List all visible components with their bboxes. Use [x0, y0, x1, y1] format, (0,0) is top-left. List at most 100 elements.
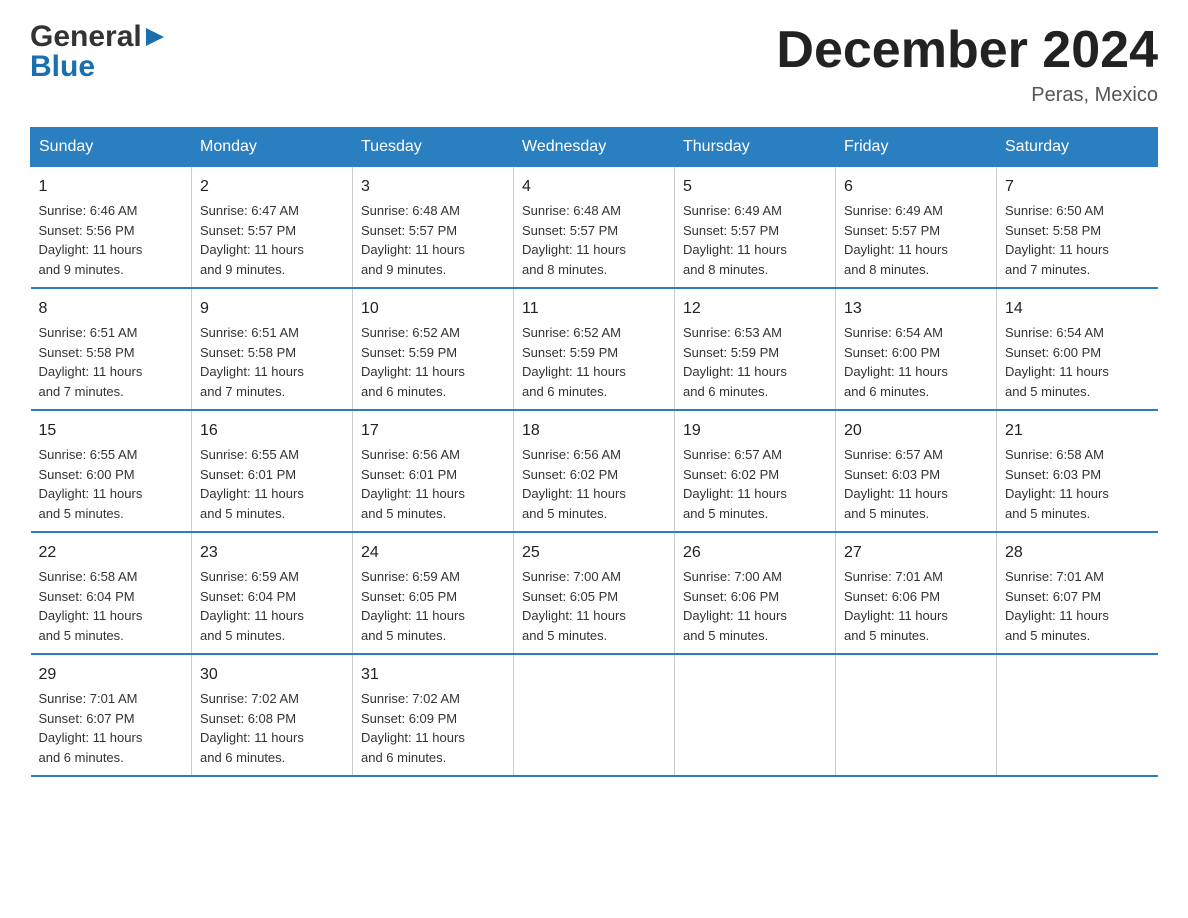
day-number: 10 — [361, 297, 505, 321]
day-info-line: Daylight: 11 hours — [39, 240, 184, 260]
day-info-line: Sunset: 6:07 PM — [39, 709, 184, 729]
day-info-line: and 5 minutes. — [1005, 626, 1150, 646]
calendar-cell: 14Sunrise: 6:54 AMSunset: 6:00 PMDayligh… — [997, 288, 1158, 410]
day-info-line: Sunset: 6:04 PM — [200, 587, 344, 607]
week-row-1: 1Sunrise: 6:46 AMSunset: 5:56 PMDaylight… — [31, 167, 1158, 289]
day-info-line: and 6 minutes. — [844, 382, 988, 402]
calendar-cell: 20Sunrise: 6:57 AMSunset: 6:03 PMDayligh… — [836, 410, 997, 532]
day-number: 25 — [522, 541, 666, 565]
day-number: 17 — [361, 419, 505, 443]
day-info-line: Daylight: 11 hours — [683, 240, 827, 260]
day-number: 14 — [1005, 297, 1150, 321]
day-number: 5 — [683, 175, 827, 199]
header-cell-wednesday: Wednesday — [514, 128, 675, 167]
day-info-line: Daylight: 11 hours — [39, 484, 184, 504]
day-info-line: Sunset: 6:09 PM — [361, 709, 505, 729]
day-info-line: Daylight: 11 hours — [844, 484, 988, 504]
day-info-line: and 6 minutes. — [361, 748, 505, 768]
calendar-cell: 2Sunrise: 6:47 AMSunset: 5:57 PMDaylight… — [192, 167, 353, 289]
day-info-line: and 6 minutes. — [39, 748, 184, 768]
day-info-line: and 8 minutes. — [683, 260, 827, 280]
day-info-line: Daylight: 11 hours — [683, 362, 827, 382]
day-info-line: and 9 minutes. — [200, 260, 344, 280]
day-number: 6 — [844, 175, 988, 199]
day-number: 23 — [200, 541, 344, 565]
day-number: 19 — [683, 419, 827, 443]
day-info-line: Daylight: 11 hours — [361, 728, 505, 748]
day-info-line: Sunrise: 7:02 AM — [200, 689, 344, 709]
day-info-line: Daylight: 11 hours — [200, 240, 344, 260]
logo-blue: Blue — [30, 50, 95, 84]
day-info-line: Sunrise: 6:48 AM — [522, 201, 666, 221]
day-info-line: Sunset: 5:57 PM — [522, 221, 666, 241]
calendar-cell: 8Sunrise: 6:51 AMSunset: 5:58 PMDaylight… — [31, 288, 192, 410]
day-info-line: Daylight: 11 hours — [683, 606, 827, 626]
day-info-line: and 5 minutes. — [361, 504, 505, 524]
day-info-line: Sunrise: 6:58 AM — [39, 567, 184, 587]
day-number: 27 — [844, 541, 988, 565]
day-number: 22 — [39, 541, 184, 565]
day-number: 9 — [200, 297, 344, 321]
day-info-line: Sunrise: 6:55 AM — [200, 445, 344, 465]
day-info-line: Sunset: 5:57 PM — [844, 221, 988, 241]
day-info-line: Daylight: 11 hours — [1005, 240, 1150, 260]
day-info-line: Daylight: 11 hours — [522, 362, 666, 382]
day-info-line: Sunrise: 6:53 AM — [683, 323, 827, 343]
day-info-line: Sunrise: 6:54 AM — [844, 323, 988, 343]
day-info-line: Daylight: 11 hours — [1005, 362, 1150, 382]
day-info-line: and 6 minutes. — [200, 748, 344, 768]
day-info-line: Sunrise: 7:02 AM — [361, 689, 505, 709]
day-info-line: and 8 minutes. — [844, 260, 988, 280]
calendar-cell: 7Sunrise: 6:50 AMSunset: 5:58 PMDaylight… — [997, 167, 1158, 289]
header-cell-sunday: Sunday — [31, 128, 192, 167]
day-info-line: and 5 minutes. — [522, 504, 666, 524]
header-cell-saturday: Saturday — [997, 128, 1158, 167]
day-info-line: Sunset: 6:01 PM — [200, 465, 344, 485]
calendar-cell: 16Sunrise: 6:55 AMSunset: 6:01 PMDayligh… — [192, 410, 353, 532]
day-number: 12 — [683, 297, 827, 321]
day-info-line: Sunset: 5:58 PM — [1005, 221, 1150, 241]
day-number: 8 — [39, 297, 184, 321]
day-number: 20 — [844, 419, 988, 443]
day-info-line: Daylight: 11 hours — [1005, 606, 1150, 626]
day-info-line: Daylight: 11 hours — [522, 240, 666, 260]
day-info-line: Sunrise: 6:57 AM — [844, 445, 988, 465]
day-info-line: Sunrise: 6:48 AM — [361, 201, 505, 221]
day-info-line: Sunset: 6:01 PM — [361, 465, 505, 485]
day-info-line: Sunset: 6:00 PM — [1005, 343, 1150, 363]
header-cell-tuesday: Tuesday — [353, 128, 514, 167]
day-info-line: Sunset: 5:59 PM — [683, 343, 827, 363]
day-info-line: Sunrise: 6:56 AM — [522, 445, 666, 465]
day-info-line: Sunrise: 6:55 AM — [39, 445, 184, 465]
day-info-line: Sunset: 6:03 PM — [844, 465, 988, 485]
day-info-line: Sunset: 6:06 PM — [844, 587, 988, 607]
week-row-4: 22Sunrise: 6:58 AMSunset: 6:04 PMDayligh… — [31, 532, 1158, 654]
calendar-cell: 31Sunrise: 7:02 AMSunset: 6:09 PMDayligh… — [353, 654, 514, 776]
day-info-line: Daylight: 11 hours — [361, 484, 505, 504]
calendar-cell: 17Sunrise: 6:56 AMSunset: 6:01 PMDayligh… — [353, 410, 514, 532]
calendar-cell: 30Sunrise: 7:02 AMSunset: 6:08 PMDayligh… — [192, 654, 353, 776]
day-info-line: Sunrise: 7:01 AM — [844, 567, 988, 587]
day-info-line: Sunset: 5:59 PM — [522, 343, 666, 363]
day-number: 21 — [1005, 419, 1150, 443]
day-info-line: Sunset: 5:59 PM — [361, 343, 505, 363]
day-info-line: and 5 minutes. — [844, 626, 988, 646]
calendar-cell: 27Sunrise: 7:01 AMSunset: 6:06 PMDayligh… — [836, 532, 997, 654]
header-row: SundayMondayTuesdayWednesdayThursdayFrid… — [31, 128, 1158, 167]
day-number: 18 — [522, 419, 666, 443]
day-info-line: Sunset: 6:00 PM — [39, 465, 184, 485]
day-info-line: Daylight: 11 hours — [39, 728, 184, 748]
day-info-line: Daylight: 11 hours — [844, 362, 988, 382]
day-info-line: Sunset: 6:04 PM — [39, 587, 184, 607]
day-info-line: and 9 minutes. — [361, 260, 505, 280]
calendar-cell: 13Sunrise: 6:54 AMSunset: 6:00 PMDayligh… — [836, 288, 997, 410]
day-number: 26 — [683, 541, 827, 565]
day-info-line: Daylight: 11 hours — [39, 362, 184, 382]
day-info-line: Sunset: 6:02 PM — [683, 465, 827, 485]
day-info-line: Sunrise: 7:01 AM — [1005, 567, 1150, 587]
day-info-line: and 7 minutes. — [200, 382, 344, 402]
day-info-line: Sunset: 5:57 PM — [200, 221, 344, 241]
calendar-table: SundayMondayTuesdayWednesdayThursdayFrid… — [30, 127, 1158, 777]
day-info-line: Sunset: 6:05 PM — [361, 587, 505, 607]
location-subtitle: Peras, Mexico — [776, 84, 1158, 107]
